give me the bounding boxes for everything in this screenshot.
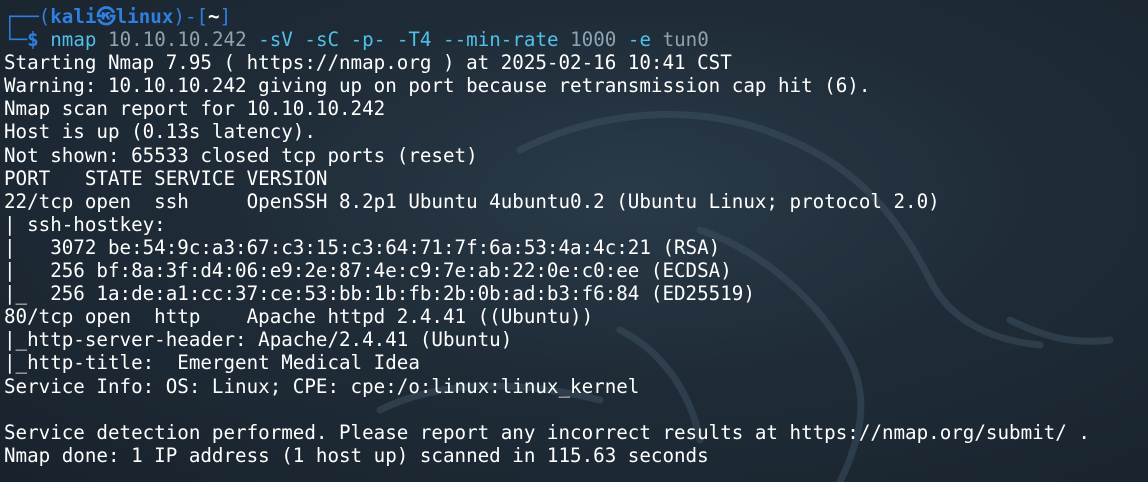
output-line: Service Info: OS: Linux; CPE: cpe:/o:lin…: [4, 374, 640, 398]
output-line: Service detection performed. Please repo…: [4, 420, 1090, 444]
output-line: Host is up (0.13s latency).: [4, 120, 316, 144]
output-line-blank: [4, 398, 1148, 421]
prompt-cwd: ~: [208, 5, 220, 28]
command-target: 10.10.10.242: [108, 28, 247, 52]
command-rate: 1000: [570, 28, 617, 52]
command-flags: -sV -sC -p- -T4 --min-rate: [258, 28, 559, 52]
command-line[interactable]: └─$ nmap 10.10.10.242 -sV -sC -p- -T4 --…: [4, 28, 1148, 51]
prompt-frame-close: ]: [219, 5, 232, 28]
prompt-at-symbol: ㉿: [96, 5, 116, 28]
output-line: Nmap scan report for 10.10.10.242: [4, 97, 386, 121]
output-line: Not shown: 65533 closed tcp ports (reset…: [4, 143, 478, 167]
command-program: nmap: [50, 28, 97, 52]
prompt-host: linux: [115, 5, 174, 28]
prompt-line-top: ┌──(kali㉿linux)-[~]: [4, 5, 1148, 28]
output-line: Warning: 10.10.10.242 giving up on port …: [4, 74, 871, 98]
prompt-dollar: $: [27, 28, 39, 52]
output-line: 22/tcp open ssh OpenSSH 8.2p1 Ubuntu 4ub…: [4, 189, 940, 213]
command-flag-e: -e: [627, 28, 652, 52]
output-line: |_ 256 1a:de:a1:cc:37:ce:53:bb:1b:fb:2b:…: [4, 282, 755, 306]
output-line: PORT STATE SERVICE VERSION: [4, 166, 328, 190]
output-line: |_http-server-header: Apache/2.4.41 (Ubu…: [4, 328, 513, 352]
output-line: | ssh-hostkey:: [4, 212, 178, 236]
output-line: | 256 bf:8a:3f:d4:06:e9:2e:87:4e:c9:7e:a…: [4, 259, 732, 283]
prompt-frame: ┌──(: [4, 5, 51, 28]
terminal-window[interactable]: ┌──(kali㉿linux)-[~] └─$ nmap 10.10.10.24…: [0, 0, 1148, 482]
output-line: |_http-title: Emergent Medical Idea: [4, 351, 420, 375]
output-line: Nmap done: 1 IP address (1 host up) scan…: [4, 443, 709, 467]
output-line: Starting Nmap 7.95 ( https://nmap.org ) …: [4, 51, 732, 75]
prompt-frame-bottom: └─: [4, 28, 28, 52]
prompt-user: kali: [50, 5, 97, 28]
prompt-frame-mid: )-[: [173, 5, 209, 28]
output-line: | 3072 be:54:9c:a3:67:c3:15:c3:64:71:7f:…: [4, 235, 721, 259]
output-line: 80/tcp open http Apache httpd 2.4.41 ((U…: [4, 305, 594, 329]
terminal-output: ┌──(kali㉿linux)-[~] └─$ nmap 10.10.10.24…: [4, 5, 1148, 467]
command-iface: tun0: [662, 28, 709, 52]
